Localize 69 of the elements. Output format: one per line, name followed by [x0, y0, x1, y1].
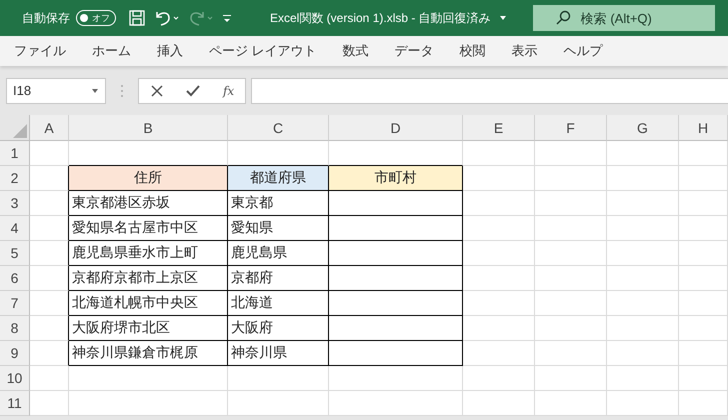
table-cell: 京都府	[228, 266, 329, 291]
name-box[interactable]: I18	[6, 78, 106, 104]
autosave-label: 自動保存	[22, 10, 70, 26]
table-cell: 北海道	[228, 291, 329, 316]
table-cell: 東京都	[228, 191, 329, 216]
menu-tab[interactable]: 表示	[512, 42, 538, 60]
menu-tab[interactable]: ホーム	[92, 42, 131, 60]
menu-tab[interactable]: 数式	[342, 42, 369, 60]
caret-icon[interactable]	[498, 15, 507, 21]
search-input[interactable]: 検索 (Alt+Q)	[578, 10, 693, 26]
column-header[interactable]: A	[30, 115, 69, 141]
row-header[interactable]: 9	[0, 341, 30, 366]
table-cell: 東京都港区赤坂	[69, 191, 228, 216]
table-cell: 北海道札幌市中央区	[69, 291, 228, 316]
menu-tab[interactable]: 挿入	[157, 42, 183, 60]
drag-handle-icon[interactable]	[120, 84, 124, 98]
column-header[interactable]: C	[228, 115, 329, 141]
formula-input[interactable]	[251, 78, 728, 104]
search-icon	[554, 10, 571, 26]
row-header[interactable]: 7	[0, 291, 30, 316]
menu-tab[interactable]: データ	[394, 42, 434, 60]
table-cell: 鹿児島県垂水市上町	[69, 241, 228, 266]
window-title: Excel関数 (version 1).xlsb - 自動回復済み	[270, 10, 491, 26]
empty-cell[interactable]	[329, 241, 463, 266]
row-header[interactable]: 11	[0, 391, 30, 416]
empty-cell[interactable]	[329, 341, 463, 366]
empty-cell[interactable]	[329, 316, 463, 341]
row-header[interactable]: 2	[0, 166, 30, 191]
empty-cell[interactable]	[329, 216, 463, 241]
column-header[interactable]: D	[329, 115, 463, 141]
row-header[interactable]: 5	[0, 241, 30, 266]
menu-tab[interactable]: ページ レイアウト	[209, 42, 317, 60]
check-icon[interactable]	[185, 84, 202, 98]
undo-icon[interactable]	[154, 9, 180, 27]
header-cell: 都道府県	[228, 166, 329, 191]
menu-tab[interactable]: 校閲	[460, 42, 486, 60]
row-header[interactable]: 3	[0, 191, 30, 216]
table-cell: 愛知県	[228, 216, 329, 241]
empty-cell[interactable]	[329, 191, 463, 216]
column-header[interactable]: F	[535, 115, 607, 141]
search-box[interactable]: 検索 (Alt+Q)	[532, 5, 715, 31]
dropdown-caret-icon[interactable]	[91, 88, 99, 94]
row-header[interactable]: 6	[0, 266, 30, 291]
row-header[interactable]: 8	[0, 316, 30, 341]
table-cell: 神奈川県鎌倉市梶原	[69, 341, 228, 366]
row-header[interactable]: 4	[0, 216, 30, 241]
insert-function-button[interactable]: fx	[222, 84, 234, 98]
row-header[interactable]: 1	[0, 141, 30, 166]
column-header[interactable]: B	[69, 115, 228, 141]
autosave-toggle[interactable]: オフ	[76, 10, 116, 26]
header-cell: 住所	[69, 166, 228, 191]
empty-cell[interactable]	[329, 291, 463, 316]
table-cell: 大阪府堺市北区	[69, 316, 228, 341]
header-cell: 市町村	[329, 166, 463, 191]
select-all-button[interactable]	[0, 115, 30, 141]
row-header[interactable]: 10	[0, 366, 30, 391]
table-cell: 神奈川県	[228, 341, 329, 366]
column-header[interactable]: H	[679, 115, 728, 141]
menu-tab[interactable]: ファイル	[14, 42, 66, 60]
menu-tab[interactable]: ヘルプ	[564, 42, 603, 60]
column-header[interactable]: E	[463, 115, 535, 141]
save-icon[interactable]	[128, 9, 146, 27]
cancel-icon[interactable]	[150, 84, 164, 98]
column-header[interactable]: G	[607, 115, 679, 141]
table-cell: 大阪府	[228, 316, 329, 341]
table-cell: 鹿児島県	[228, 241, 329, 266]
empty-cell[interactable]	[329, 266, 463, 291]
table-cell: 愛知県名古屋市中区	[69, 216, 228, 241]
table-cell: 京都府京都市上京区	[69, 266, 228, 291]
